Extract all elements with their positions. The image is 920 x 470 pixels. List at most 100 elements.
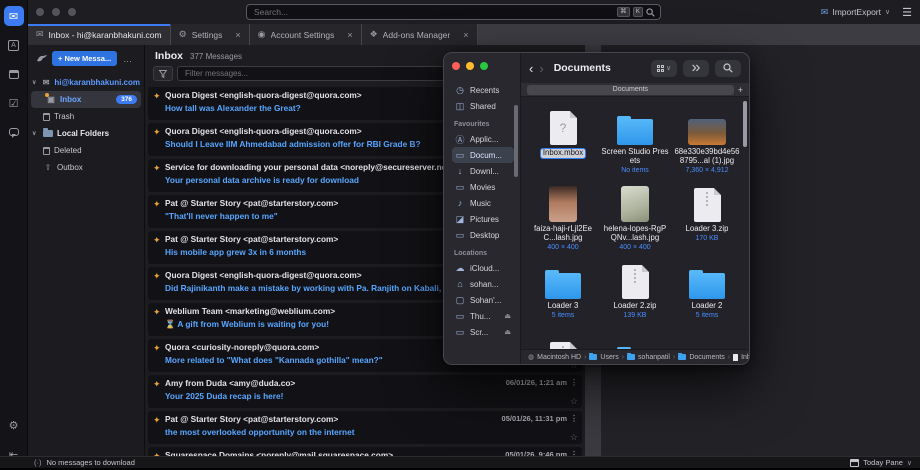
calendar-space-icon[interactable] (4, 64, 24, 84)
close-icon[interactable]: × (339, 30, 352, 40)
sidebar-item-label: Desktop (470, 231, 499, 240)
message-row[interactable]: ✦Amy from Duda <amy@duda.co>Your 2025 Du… (148, 375, 582, 408)
close-window-icon[interactable] (36, 8, 44, 16)
folder-pane-options-button[interactable]: … (123, 54, 132, 64)
forward-button[interactable]: › (539, 61, 543, 76)
zoom-window-icon[interactable] (68, 8, 76, 16)
sidebar-item-applic-[interactable]: ⒶApplic... (452, 131, 514, 147)
star-toggle-icon[interactable]: ☆ (570, 433, 578, 442)
folder-item-inbox[interactable]: ▣Inbox376 (31, 91, 141, 108)
message-subject[interactable]: the most overlooked opportunity on the i… (165, 427, 496, 437)
tasks-space-icon[interactable]: ☑ (4, 93, 24, 113)
minimize-window-icon[interactable] (466, 62, 474, 70)
window-controls[interactable] (36, 8, 76, 16)
mail-space-icon[interactable]: ✉ (4, 6, 24, 26)
message-row[interactable]: ✦Squarespace Domains <noreply@mail.squar… (148, 447, 582, 456)
today-pane-toggle[interactable]: Today Pane ∨ (850, 458, 912, 467)
message-subject[interactable]: Your 2025 Duda recap is here! (165, 391, 500, 401)
expander-icon[interactable]: ∨ (32, 79, 38, 86)
sidebar-item-downl-[interactable]: ↓Downl... (452, 163, 514, 179)
file-item-screen-studio-presets[interactable]: Screen Studio PresetsNo items (599, 105, 671, 182)
path-item-users[interactable]: Users (589, 354, 618, 361)
path-item-inbox[interactable]: Inbox (733, 354, 749, 361)
account-row[interactable]: ∨ ✉ hi@karanbhakuni.com (28, 74, 144, 91)
finder-window-controls[interactable] (452, 62, 520, 70)
status-bar: (·) No messages to download Today Pane ∨ (0, 456, 920, 470)
toolbar-overflow-button[interactable]: » (683, 60, 709, 77)
sidebar-item-pictures[interactable]: ◪Pictures (452, 211, 514, 227)
folder-item-outbox[interactable]: ⇧Outbox (28, 159, 144, 176)
file-item-68e330e39bd4e568795-al-1-jpg[interactable]: 68e330e39bd4e568795...al (1).jpg7,360 × … (671, 105, 743, 182)
settings-gear-button[interactable]: ⚙ (4, 415, 24, 435)
tab-add-ons-manager[interactable]: ❖Add-ons Manager× (362, 24, 478, 45)
folder-item-local-folders[interactable]: ∨Local Folders (28, 125, 144, 142)
sidebar-item-sohan-[interactable]: ⌂sohan... (452, 276, 514, 292)
path-item-sohanpatil[interactable]: sohanpatil (627, 354, 670, 361)
tab-settings[interactable]: ⚙Settings× (171, 24, 250, 45)
back-button[interactable]: ‹ (529, 61, 533, 76)
eject-icon[interactable]: ⏏ (504, 328, 511, 336)
chat-space-icon[interactable] (4, 122, 24, 142)
double-chevron-icon: » (692, 59, 701, 77)
new-message-star-icon: ✦ (153, 306, 165, 334)
sidebar-item-thu-[interactable]: ▭Thu...⏏ (452, 308, 514, 324)
sidebar-item-movies[interactable]: ▭Movies (452, 179, 514, 195)
message-row[interactable]: ✦Pat @ Starter Story <pat@starterstory.c… (148, 411, 582, 444)
folder-item-deleted[interactable]: Deleted (28, 142, 144, 159)
sidebar-item-label: Thu... (470, 312, 490, 321)
address-book-space-icon[interactable]: A (4, 35, 24, 55)
sidebar-item-desktop[interactable]: ▭Desktop (452, 227, 514, 243)
tab-inbox-hi-karanbhakuni-com[interactable]: ✉Inbox - hi@karanbhakuni.com (28, 24, 171, 45)
file-item-loader-3[interactable]: Loader 35 items (527, 259, 599, 336)
folder-label: Trash (54, 112, 74, 121)
close-icon[interactable]: × (227, 30, 240, 40)
minimize-window-icon[interactable] (52, 8, 60, 16)
file-item-inbox-mbox[interactable]: ?Inbox.mbox (527, 105, 599, 182)
sidebar-item-shared[interactable]: ◫Shared (452, 98, 514, 114)
eject-icon[interactable]: ⏏ (504, 312, 511, 320)
finder-main: ‹ › Documents ∨ » Documents + ?Inbox.mbo… (521, 53, 749, 364)
file-item-faiza-haji-rljl2eec-lash-jpg[interactable]: faiza-haji-rLjl2EeC...lash.jpg400 × 400 (527, 182, 599, 259)
file-item-loader-2[interactable]: Loader 25 items (671, 259, 743, 336)
path-item-documents[interactable]: Documents (678, 354, 724, 361)
sidebar-item-sohan-[interactable]: ▢Sohan'... (452, 292, 514, 308)
finder-tab-documents[interactable]: Documents (527, 85, 734, 95)
expander-icon[interactable]: ∨ (32, 130, 39, 137)
sidebar-item-icloud-[interactable]: ☁iCloud... (452, 260, 514, 276)
sidebar-item-music[interactable]: ♪Music (452, 195, 514, 211)
trash-icon (43, 113, 50, 121)
sidebar-item-scr-[interactable]: ▭Scr...⏏ (452, 324, 514, 340)
star-toggle-icon[interactable]: ☆ (570, 397, 578, 406)
file-item-partial[interactable] (671, 336, 743, 349)
folder-item-trash[interactable]: Trash (28, 108, 144, 125)
sidebar-item-recents[interactable]: ◷Recents (452, 82, 514, 98)
path-item-macintosh-hd[interactable]: ◍Macintosh HD (528, 353, 581, 361)
kebab-menu-icon[interactable]: ⋮ (570, 414, 578, 423)
app-menu-button[interactable]: ☰ (902, 6, 912, 19)
new-message-button[interactable]: + New Messa... (52, 51, 117, 66)
global-search-field[interactable]: ⌘ K (246, 4, 661, 20)
sidebar-item-docum-[interactable]: ▭Docum... (452, 147, 514, 163)
file-item-loader-3-zip[interactable]: Loader 3.zip170 KB (671, 182, 743, 259)
quick-filter-toggle-button[interactable] (153, 66, 173, 81)
doc-icon: ▭ (455, 150, 465, 161)
file-item-partial[interactable] (527, 336, 599, 349)
file-item-loader-2-zip[interactable]: Loader 2.zip139 KB (599, 259, 671, 336)
finder-search-button[interactable] (715, 60, 741, 77)
close-icon[interactable]: × (455, 30, 468, 40)
kebab-menu-icon[interactable]: ⋮ (570, 378, 578, 387)
close-window-icon[interactable] (452, 62, 460, 70)
file-grid: ?Inbox.mboxScreen Studio PresetsNo items… (521, 97, 749, 349)
content-scrollbar[interactable] (743, 101, 747, 147)
sidebar-scrollbar[interactable] (514, 105, 518, 177)
file-item-partial[interactable] (599, 336, 671, 349)
view-options-button[interactable]: ∨ (651, 60, 677, 77)
search-input[interactable] (252, 6, 614, 18)
file-meta: 139 KB (624, 312, 647, 319)
zoom-window-icon[interactable] (480, 62, 488, 70)
tab-account-settings[interactable]: ◉Account Settings× (250, 24, 362, 45)
new-tab-button[interactable]: + (738, 85, 743, 95)
file-item-helena-lopes-rgpqnv-lash-jpg[interactable]: helena-lopes-RgPQNv...lash.jpg400 × 400 (599, 182, 671, 259)
importexport-button[interactable]: ✉ ImportExport ∨ (821, 7, 890, 18)
mail-list-title: Inbox (155, 50, 183, 62)
